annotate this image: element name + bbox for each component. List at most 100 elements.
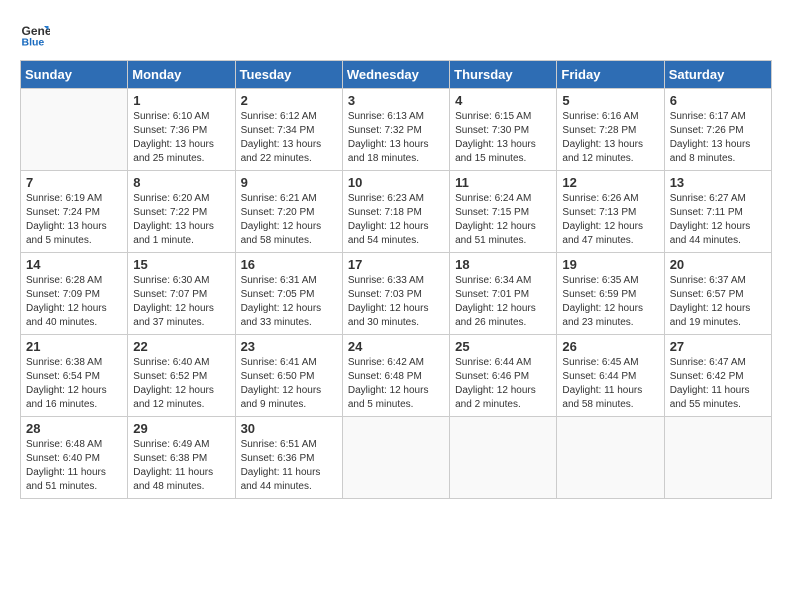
day-number: 6	[670, 93, 766, 108]
day-number: 13	[670, 175, 766, 190]
day-detail: Sunrise: 6:30 AM Sunset: 7:07 PM Dayligh…	[133, 274, 229, 330]
day-detail: Sunrise: 6:34 AM Sunset: 7:01 PM Dayligh…	[455, 274, 551, 330]
day-number: 28	[26, 421, 122, 436]
header-thursday: Thursday	[450, 61, 557, 89]
day-number: 3	[348, 93, 444, 108]
day-cell: 22 Sunrise: 6:40 AM Sunset: 6:52 PM Dayli…	[128, 335, 235, 417]
day-cell: 4Sunrise: 6:15 AM Sunset: 7:30 PM Daylig…	[450, 89, 557, 171]
day-cell: 17 Sunrise: 6:33 AM Sunset: 7:03 PM Dayli…	[342, 253, 449, 335]
day-cell: 1 Sunrise: 6:10 AM Sunset: 7:36 PM Daylig…	[128, 89, 235, 171]
day-cell: 13Sunrise: 6:27 AM Sunset: 7:11 PM Dayli…	[664, 171, 771, 253]
day-detail: Sunrise: 6:49 AM Sunset: 6:38 PM Dayligh…	[133, 438, 229, 494]
day-cell: 19Sunrise: 6:35 AM Sunset: 6:59 PM Dayli…	[557, 253, 664, 335]
day-cell: 21Sunrise: 6:38 AM Sunset: 6:54 PM Dayli…	[21, 335, 128, 417]
day-detail: Sunrise: 6:12 AM Sunset: 7:34 PM Dayligh…	[241, 110, 337, 166]
day-detail: Sunrise: 6:33 AM Sunset: 7:03 PM Dayligh…	[348, 274, 444, 330]
day-number: 5	[562, 93, 658, 108]
day-detail: Sunrise: 6:40 AM Sunset: 6:52 PM Dayligh…	[133, 356, 229, 412]
day-cell: 11 Sunrise: 6:24 AM Sunset: 7:15 PM Dayli…	[450, 171, 557, 253]
day-detail: Sunrise: 6:16 AM Sunset: 7:28 PM Dayligh…	[562, 110, 658, 166]
day-number: 10	[348, 175, 444, 190]
day-detail: Sunrise: 6:35 AM Sunset: 6:59 PM Dayligh…	[562, 274, 658, 330]
day-detail: Sunrise: 6:17 AM Sunset: 7:26 PM Dayligh…	[670, 110, 766, 166]
logo-icon: General Blue	[20, 20, 50, 50]
day-detail: Sunrise: 6:28 AM Sunset: 7:09 PM Dayligh…	[26, 274, 122, 330]
day-number: 7	[26, 175, 122, 190]
header-saturday: Saturday	[664, 61, 771, 89]
day-cell: 7 Sunrise: 6:19 AM Sunset: 7:24 PM Daylig…	[21, 171, 128, 253]
day-cell	[664, 417, 771, 499]
day-detail: Sunrise: 6:13 AM Sunset: 7:32 PM Dayligh…	[348, 110, 444, 166]
day-detail: Sunrise: 6:20 AM Sunset: 7:22 PM Dayligh…	[133, 192, 229, 248]
day-detail: Sunrise: 6:10 AM Sunset: 7:36 PM Dayligh…	[133, 110, 229, 166]
logo: General Blue	[20, 20, 52, 50]
day-number: 25	[455, 339, 551, 354]
day-cell: 25Sunrise: 6:44 AM Sunset: 6:46 PM Dayli…	[450, 335, 557, 417]
day-number: 21	[26, 339, 122, 354]
header-sunday: Sunday	[21, 61, 128, 89]
day-number: 24	[348, 339, 444, 354]
day-cell: 12 Sunrise: 6:26 AM Sunset: 7:13 PM Dayli…	[557, 171, 664, 253]
header-wednesday: Wednesday	[342, 61, 449, 89]
day-cell	[557, 417, 664, 499]
day-number: 15	[133, 257, 229, 272]
day-detail: Sunrise: 6:47 AM Sunset: 6:42 PM Dayligh…	[670, 356, 766, 412]
day-cell: 29 Sunrise: 6:49 AM Sunset: 6:38 PM Dayli…	[128, 417, 235, 499]
day-cell: 24 Sunrise: 6:42 AM Sunset: 6:48 PM Dayli…	[342, 335, 449, 417]
day-cell: 18 Sunrise: 6:34 AM Sunset: 7:01 PM Dayli…	[450, 253, 557, 335]
calendar-table: SundayMondayTuesdayWednesdayThursdayFrid…	[20, 60, 772, 499]
day-number: 18	[455, 257, 551, 272]
header-tuesday: Tuesday	[235, 61, 342, 89]
day-detail: Sunrise: 6:21 AM Sunset: 7:20 PM Dayligh…	[241, 192, 337, 248]
week-row-1: 1 Sunrise: 6:10 AM Sunset: 7:36 PM Daylig…	[21, 89, 772, 171]
day-cell	[450, 417, 557, 499]
day-detail: Sunrise: 6:23 AM Sunset: 7:18 PM Dayligh…	[348, 192, 444, 248]
day-detail: Sunrise: 6:42 AM Sunset: 6:48 PM Dayligh…	[348, 356, 444, 412]
day-number: 23	[241, 339, 337, 354]
day-number: 14	[26, 257, 122, 272]
day-detail: Sunrise: 6:51 AM Sunset: 6:36 PM Dayligh…	[241, 438, 337, 494]
day-cell: 15 Sunrise: 6:30 AM Sunset: 7:07 PM Dayli…	[128, 253, 235, 335]
day-cell: 8Sunrise: 6:20 AM Sunset: 7:22 PM Daylig…	[128, 171, 235, 253]
day-cell	[21, 89, 128, 171]
day-number: 9	[241, 175, 337, 190]
day-number: 17	[348, 257, 444, 272]
day-cell: 9 Sunrise: 6:21 AM Sunset: 7:20 PM Daylig…	[235, 171, 342, 253]
day-cell: 16 Sunrise: 6:31 AM Sunset: 7:05 PM Dayli…	[235, 253, 342, 335]
day-detail: Sunrise: 6:26 AM Sunset: 7:13 PM Dayligh…	[562, 192, 658, 248]
day-number: 29	[133, 421, 229, 436]
svg-text:Blue: Blue	[22, 37, 45, 49]
week-row-5: 28 Sunrise: 6:48 AM Sunset: 6:40 PM Dayli…	[21, 417, 772, 499]
day-detail: Sunrise: 6:19 AM Sunset: 7:24 PM Dayligh…	[26, 192, 122, 248]
day-number: 20	[670, 257, 766, 272]
day-cell: 5 Sunrise: 6:16 AM Sunset: 7:28 PM Daylig…	[557, 89, 664, 171]
day-number: 22	[133, 339, 229, 354]
day-number: 27	[670, 339, 766, 354]
day-detail: Sunrise: 6:24 AM Sunset: 7:15 PM Dayligh…	[455, 192, 551, 248]
week-row-3: 14 Sunrise: 6:28 AM Sunset: 7:09 PM Dayli…	[21, 253, 772, 335]
day-detail: Sunrise: 6:45 AM Sunset: 6:44 PM Dayligh…	[562, 356, 658, 412]
day-number: 26	[562, 339, 658, 354]
day-cell: 28 Sunrise: 6:48 AM Sunset: 6:40 PM Dayli…	[21, 417, 128, 499]
day-detail: Sunrise: 6:37 AM Sunset: 6:57 PM Dayligh…	[670, 274, 766, 330]
day-cell: 23Sunrise: 6:41 AM Sunset: 6:50 PM Dayli…	[235, 335, 342, 417]
header-friday: Friday	[557, 61, 664, 89]
day-number: 16	[241, 257, 337, 272]
day-number: 1	[133, 93, 229, 108]
page-header: General Blue	[20, 20, 772, 50]
day-cell: 20 Sunrise: 6:37 AM Sunset: 6:57 PM Dayli…	[664, 253, 771, 335]
day-cell	[342, 417, 449, 499]
day-cell: 30 Sunrise: 6:51 AM Sunset: 6:36 PM Dayli…	[235, 417, 342, 499]
day-detail: Sunrise: 6:48 AM Sunset: 6:40 PM Dayligh…	[26, 438, 122, 494]
day-cell: 6 Sunrise: 6:17 AM Sunset: 7:26 PM Daylig…	[664, 89, 771, 171]
week-row-4: 21Sunrise: 6:38 AM Sunset: 6:54 PM Dayli…	[21, 335, 772, 417]
week-row-2: 7 Sunrise: 6:19 AM Sunset: 7:24 PM Daylig…	[21, 171, 772, 253]
day-number: 2	[241, 93, 337, 108]
day-cell: 26 Sunrise: 6:45 AM Sunset: 6:44 PM Dayli…	[557, 335, 664, 417]
day-number: 30	[241, 421, 337, 436]
day-number: 12	[562, 175, 658, 190]
day-cell: 3 Sunrise: 6:13 AM Sunset: 7:32 PM Daylig…	[342, 89, 449, 171]
header-row: SundayMondayTuesdayWednesdayThursdayFrid…	[21, 61, 772, 89]
day-detail: Sunrise: 6:31 AM Sunset: 7:05 PM Dayligh…	[241, 274, 337, 330]
day-number: 11	[455, 175, 551, 190]
